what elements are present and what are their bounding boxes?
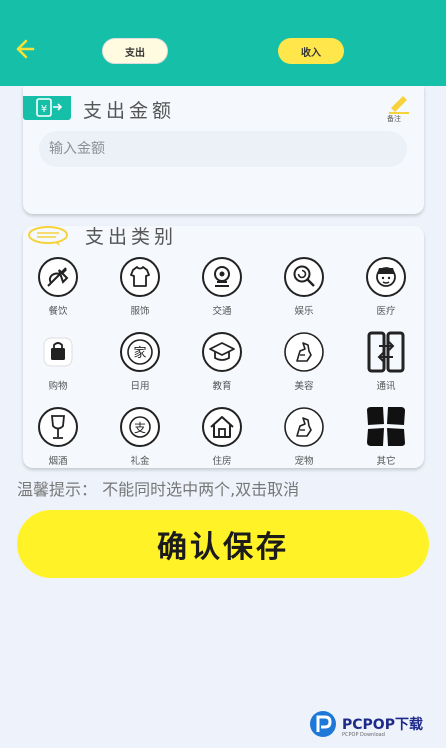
note-label[interactable]: 备注 xyxy=(387,114,401,124)
wallet-icon: ¥ xyxy=(23,96,71,120)
pcpop-logo-icon xyxy=(310,711,336,737)
category-label: 教育 xyxy=(212,381,232,392)
lollipop-icon xyxy=(283,256,325,298)
watermark: PCPOP下载 PCPOP Download xyxy=(308,706,443,742)
svg-text:家: 家 xyxy=(133,345,146,361)
category-label: 娱乐 xyxy=(294,306,314,317)
tab-income[interactable]: 收入 xyxy=(278,38,344,64)
gift-money-icon: 支 xyxy=(119,406,161,448)
category-label: 通讯 xyxy=(376,381,396,392)
watermark-brand: PCPOP下载 xyxy=(342,717,423,733)
category-dining[interactable]: 餐饮 xyxy=(23,256,93,326)
category-tobacco-alcohol[interactable]: 烟酒 xyxy=(23,406,93,476)
category-label: 日用 xyxy=(130,381,150,392)
tab-expense[interactable]: 支出 xyxy=(102,38,168,64)
header-bar: 支出 收入 xyxy=(0,0,446,86)
category-entertainment[interactable]: 娱乐 xyxy=(269,256,339,326)
category-label: 其它 xyxy=(376,456,396,467)
category-title: 支出类别 xyxy=(85,226,178,248)
category-pet[interactable]: 宠物 xyxy=(269,406,339,476)
category-label: 餐饮 xyxy=(48,306,68,317)
confirm-save-button[interactable]: 确认保存 xyxy=(17,510,429,578)
amount-input[interactable] xyxy=(39,131,407,167)
category-label: 宠物 xyxy=(294,456,314,467)
speech-bubble-icon xyxy=(28,226,68,246)
category-label: 服饰 xyxy=(130,306,150,317)
category-shopping[interactable]: 购物 xyxy=(23,331,93,401)
pet-icon xyxy=(283,406,325,448)
other-icon xyxy=(365,406,407,448)
shopping-bag-icon xyxy=(37,331,79,373)
watermark-sub: PCPOP Download xyxy=(342,732,385,738)
arrow-left-icon[interactable] xyxy=(12,37,36,61)
category-daily[interactable]: 家 日用 xyxy=(105,331,175,401)
category-label: 美容 xyxy=(294,381,314,392)
category-medical[interactable]: 医疗 xyxy=(351,256,421,326)
doctor-icon xyxy=(365,256,407,298)
category-card: 支出类别 餐饮 服饰 交通 娱乐 医疗 购物 家 日用 教育 美容 通讯 烟酒 … xyxy=(23,226,424,468)
category-transport[interactable]: 交通 xyxy=(187,256,257,326)
dining-icon xyxy=(37,256,79,298)
tshirt-icon xyxy=(119,256,161,298)
category-clothing[interactable]: 服饰 xyxy=(105,256,175,326)
category-housing[interactable]: 住房 xyxy=(187,406,257,476)
category-label: 烟酒 xyxy=(48,456,68,467)
category-education[interactable]: 教育 xyxy=(187,331,257,401)
category-other[interactable]: 其它 xyxy=(351,406,421,476)
category-grid: 餐饮 服饰 交通 娱乐 医疗 购物 家 日用 教育 美容 通讯 烟酒 支 礼金 … xyxy=(23,256,424,468)
category-telecom[interactable]: 通讯 xyxy=(351,331,421,401)
svg-text:支: 支 xyxy=(134,421,146,435)
category-label: 医疗 xyxy=(376,306,396,317)
transport-icon xyxy=(201,256,243,298)
amount-card: ¥ 支出金额 备注 xyxy=(23,86,424,214)
category-label: 购物 xyxy=(48,381,68,392)
house-icon xyxy=(201,406,243,448)
home-goods-icon: 家 xyxy=(119,331,161,373)
amount-title: 支出金额 xyxy=(83,100,176,122)
category-label: 交通 xyxy=(212,306,232,317)
pencil-icon[interactable] xyxy=(385,92,413,114)
svg-text:¥: ¥ xyxy=(41,104,47,115)
category-beauty[interactable]: 美容 xyxy=(269,331,339,401)
category-label: 住房 xyxy=(212,456,232,467)
phones-icon xyxy=(365,331,407,373)
category-gift-money[interactable]: 支 礼金 xyxy=(105,406,175,476)
wine-glass-icon xyxy=(37,406,79,448)
graduation-cap-icon xyxy=(201,331,243,373)
tip-text: 温馨提示： 不能同时选中两个,双击取消 xyxy=(17,480,300,499)
category-label: 礼金 xyxy=(130,456,150,467)
beauty-icon xyxy=(283,331,325,373)
